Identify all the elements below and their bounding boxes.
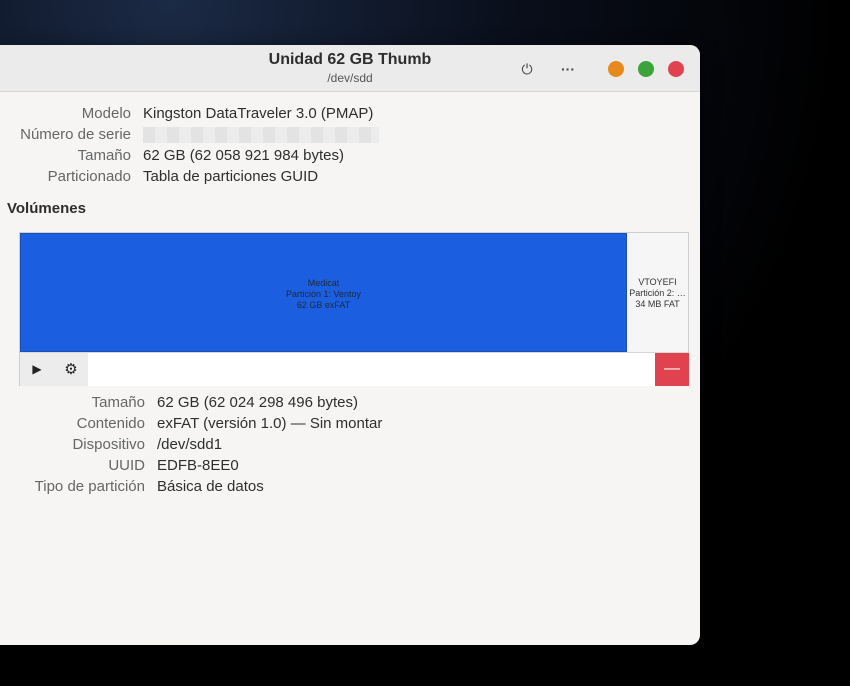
gears-icon: ⚙ — [64, 361, 78, 378]
window-subtitle: /dev/sdd — [327, 71, 373, 85]
model-value: Kingston DataTraveler 3.0 (PMAP) — [143, 105, 374, 122]
serial-label: Número de serie — [20, 126, 131, 143]
size-value: 62 GB (62 058 921 984 bytes) — [143, 147, 344, 164]
volumes-title: Volúmenes — [7, 200, 86, 217]
serial-redacted — [143, 124, 379, 145]
detail-type-value: Básica de datos — [157, 478, 264, 495]
partition-2-name: VTOYEFI — [638, 277, 677, 287]
window-title: Unidad 62 GB Thumb — [268, 51, 432, 68]
partition-1-label: Partición 1: Ventoy — [285, 289, 362, 299]
volume-map: Medicat Partición 1: Ventoy 62 GB exFAT … — [19, 232, 689, 386]
detail-content-label: Contenido — [76, 415, 145, 432]
partition-1-block[interactable]: Medicat Partición 1: Ventoy 62 GB exFAT — [20, 233, 627, 352]
detail-type-label: Tipo de partición — [34, 478, 145, 495]
detail-size-label: Tamaño — [91, 394, 145, 411]
detail-size-value: 62 GB (62 024 298 496 bytes) — [157, 394, 358, 411]
mount-button[interactable]: ▶ — [20, 353, 54, 386]
volume-toolbar: ▶ ⚙ — — [20, 352, 689, 386]
partition-2-block[interactable]: VTOYEFI Partición 2: … 34 MB FAT — [627, 233, 688, 352]
partition-2-label: Partición 2: … — [629, 288, 686, 298]
size-label: Tamaño — [77, 147, 131, 164]
detail-device-value: /dev/sdd1 — [157, 436, 223, 453]
menu-icon[interactable]: ··· — [557, 59, 579, 79]
partitioning-label: Particionado — [47, 168, 131, 185]
power-off-icon[interactable]: ⏻ — [516, 59, 538, 79]
minus-icon: — — [664, 360, 680, 377]
play-icon: ▶ — [32, 362, 42, 376]
partition-1-name: Medicat — [307, 278, 340, 288]
detail-content-value: exFAT (versión 1.0) — Sin montar — [157, 415, 383, 432]
detail-uuid-value: EDFB-8EE0 — [157, 457, 239, 474]
minimize-button[interactable] — [608, 61, 624, 77]
close-button[interactable] — [668, 61, 684, 77]
partition-2-size: 34 MB FAT — [635, 299, 680, 309]
maximize-button[interactable] — [638, 61, 654, 77]
disk-window: Unidad 62 GB Thumb /dev/sdd ⏻ ··· Modelo… — [0, 45, 700, 645]
header-bar: Unidad 62 GB Thumb /dev/sdd ⏻ ··· — [0, 45, 700, 92]
model-label: Modelo — [81, 105, 131, 122]
delete-partition-button[interactable]: — — [655, 353, 689, 386]
partitioning-value: Tabla de particiones GUID — [143, 168, 319, 185]
partition-options-button[interactable]: ⚙ — [54, 353, 88, 386]
detail-uuid-label: UUID — [108, 457, 145, 474]
partition-1-size: 62 GB exFAT — [296, 300, 351, 310]
detail-device-label: Dispositivo — [72, 436, 145, 453]
